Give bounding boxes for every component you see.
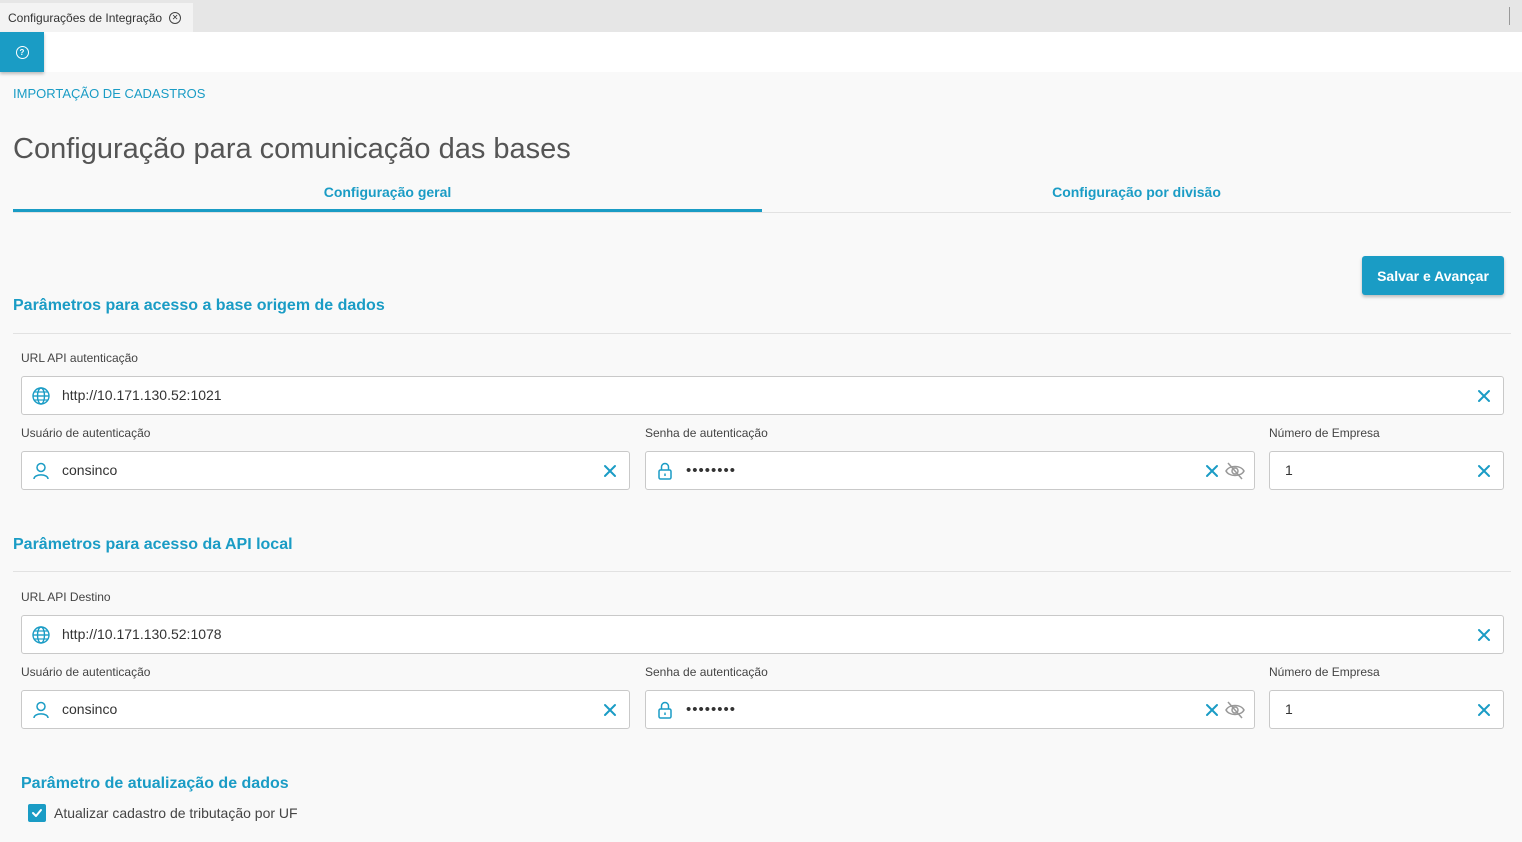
origin-user-value: consinco xyxy=(62,462,118,478)
origin-company-label: Número de Empresa xyxy=(1269,426,1380,440)
local-url-value: http://10.171.130.52:1078 xyxy=(62,626,222,642)
local-company-value: 1 xyxy=(1285,701,1293,717)
close-tab-icon[interactable]: ✕ xyxy=(169,11,182,24)
eye-off-icon[interactable] xyxy=(1224,699,1246,721)
origin-user-label: Usuário de autenticação xyxy=(21,426,151,440)
origin-section-title: Parâmetros para acesso a base origem de … xyxy=(13,297,385,314)
clear-icon[interactable] xyxy=(1476,702,1492,718)
help-button[interactable]: ? xyxy=(0,32,44,72)
check-icon xyxy=(32,809,42,817)
update-section-title: Parâmetro de atualização de dados xyxy=(21,775,289,792)
local-user-value: consinco xyxy=(62,701,118,717)
update-tax-checkbox-row[interactable]: Atualizar cadastro de tributação por UF xyxy=(28,804,298,822)
origin-url-input[interactable]: http://10.171.130.52:1021 xyxy=(21,376,1504,415)
origin-password-label: Senha de autenticação xyxy=(645,426,768,440)
clear-icon[interactable] xyxy=(602,463,618,479)
document-tabbar: Configurações de Integração ✕ xyxy=(0,0,1522,32)
save-and-next-button[interactable]: Salvar e Avançar xyxy=(1362,256,1504,295)
local-password-value: •••••••• xyxy=(686,701,737,718)
origin-user-input[interactable]: consinco xyxy=(21,451,630,490)
clear-icon[interactable] xyxy=(1476,463,1492,479)
clear-icon[interactable] xyxy=(1476,388,1492,404)
update-tax-checkbox-label: Atualizar cadastro de tributação por UF xyxy=(54,805,298,821)
local-section-divider xyxy=(13,571,1511,572)
globe-icon xyxy=(32,626,50,644)
origin-company-value: 1 xyxy=(1285,462,1293,478)
origin-url-value: http://10.171.130.52:1021 xyxy=(62,387,222,403)
tab-configuracao-por-divisao[interactable]: Configuração por divisão xyxy=(762,172,1511,212)
globe-icon xyxy=(32,387,50,405)
user-icon xyxy=(33,462,49,480)
local-user-input[interactable]: consinco xyxy=(21,690,630,729)
document-tab-label: Configurações de Integração xyxy=(8,10,163,25)
local-section-title: Parâmetros para acesso da API local xyxy=(13,536,293,553)
help-icon: ? xyxy=(15,45,29,59)
lock-icon xyxy=(658,701,672,719)
page-title: Configuração para comunicação das bases xyxy=(13,133,571,165)
lock-icon xyxy=(658,462,672,480)
update-tax-checkbox[interactable] xyxy=(28,804,46,822)
local-password-label: Senha de autenticação xyxy=(645,665,768,679)
breadcrumb[interactable]: IMPORTAÇÃO DE CADASTROS xyxy=(13,86,205,101)
clear-icon[interactable] xyxy=(602,702,618,718)
origin-url-label: URL API autenticação xyxy=(21,351,138,365)
origin-company-input[interactable]: 1 xyxy=(1269,451,1504,490)
local-company-input[interactable]: 1 xyxy=(1269,690,1504,729)
local-user-label: Usuário de autenticação xyxy=(21,665,151,679)
local-company-label: Número de Empresa xyxy=(1269,665,1380,679)
origin-password-input[interactable]: •••••••• xyxy=(645,451,1255,490)
origin-password-value: •••••••• xyxy=(686,462,737,479)
local-url-input[interactable]: http://10.171.130.52:1078 xyxy=(21,615,1504,654)
toolbar xyxy=(0,32,1522,72)
user-icon xyxy=(33,701,49,719)
clear-icon[interactable] xyxy=(1476,627,1492,643)
origin-section-divider xyxy=(13,333,1511,334)
local-url-label: URL API Destino xyxy=(21,590,111,604)
clear-icon[interactable] xyxy=(1204,702,1220,718)
panel-menu-icon[interactable] xyxy=(1509,7,1522,25)
eye-off-icon[interactable] xyxy=(1224,460,1246,482)
document-tab[interactable]: Configurações de Integração ✕ xyxy=(0,3,193,32)
config-tabs: Configuração geral Configuração por divi… xyxy=(13,172,1511,213)
tab-configuracao-geral[interactable]: Configuração geral xyxy=(13,172,762,212)
clear-icon[interactable] xyxy=(1204,463,1220,479)
local-password-input[interactable]: •••••••• xyxy=(645,690,1255,729)
